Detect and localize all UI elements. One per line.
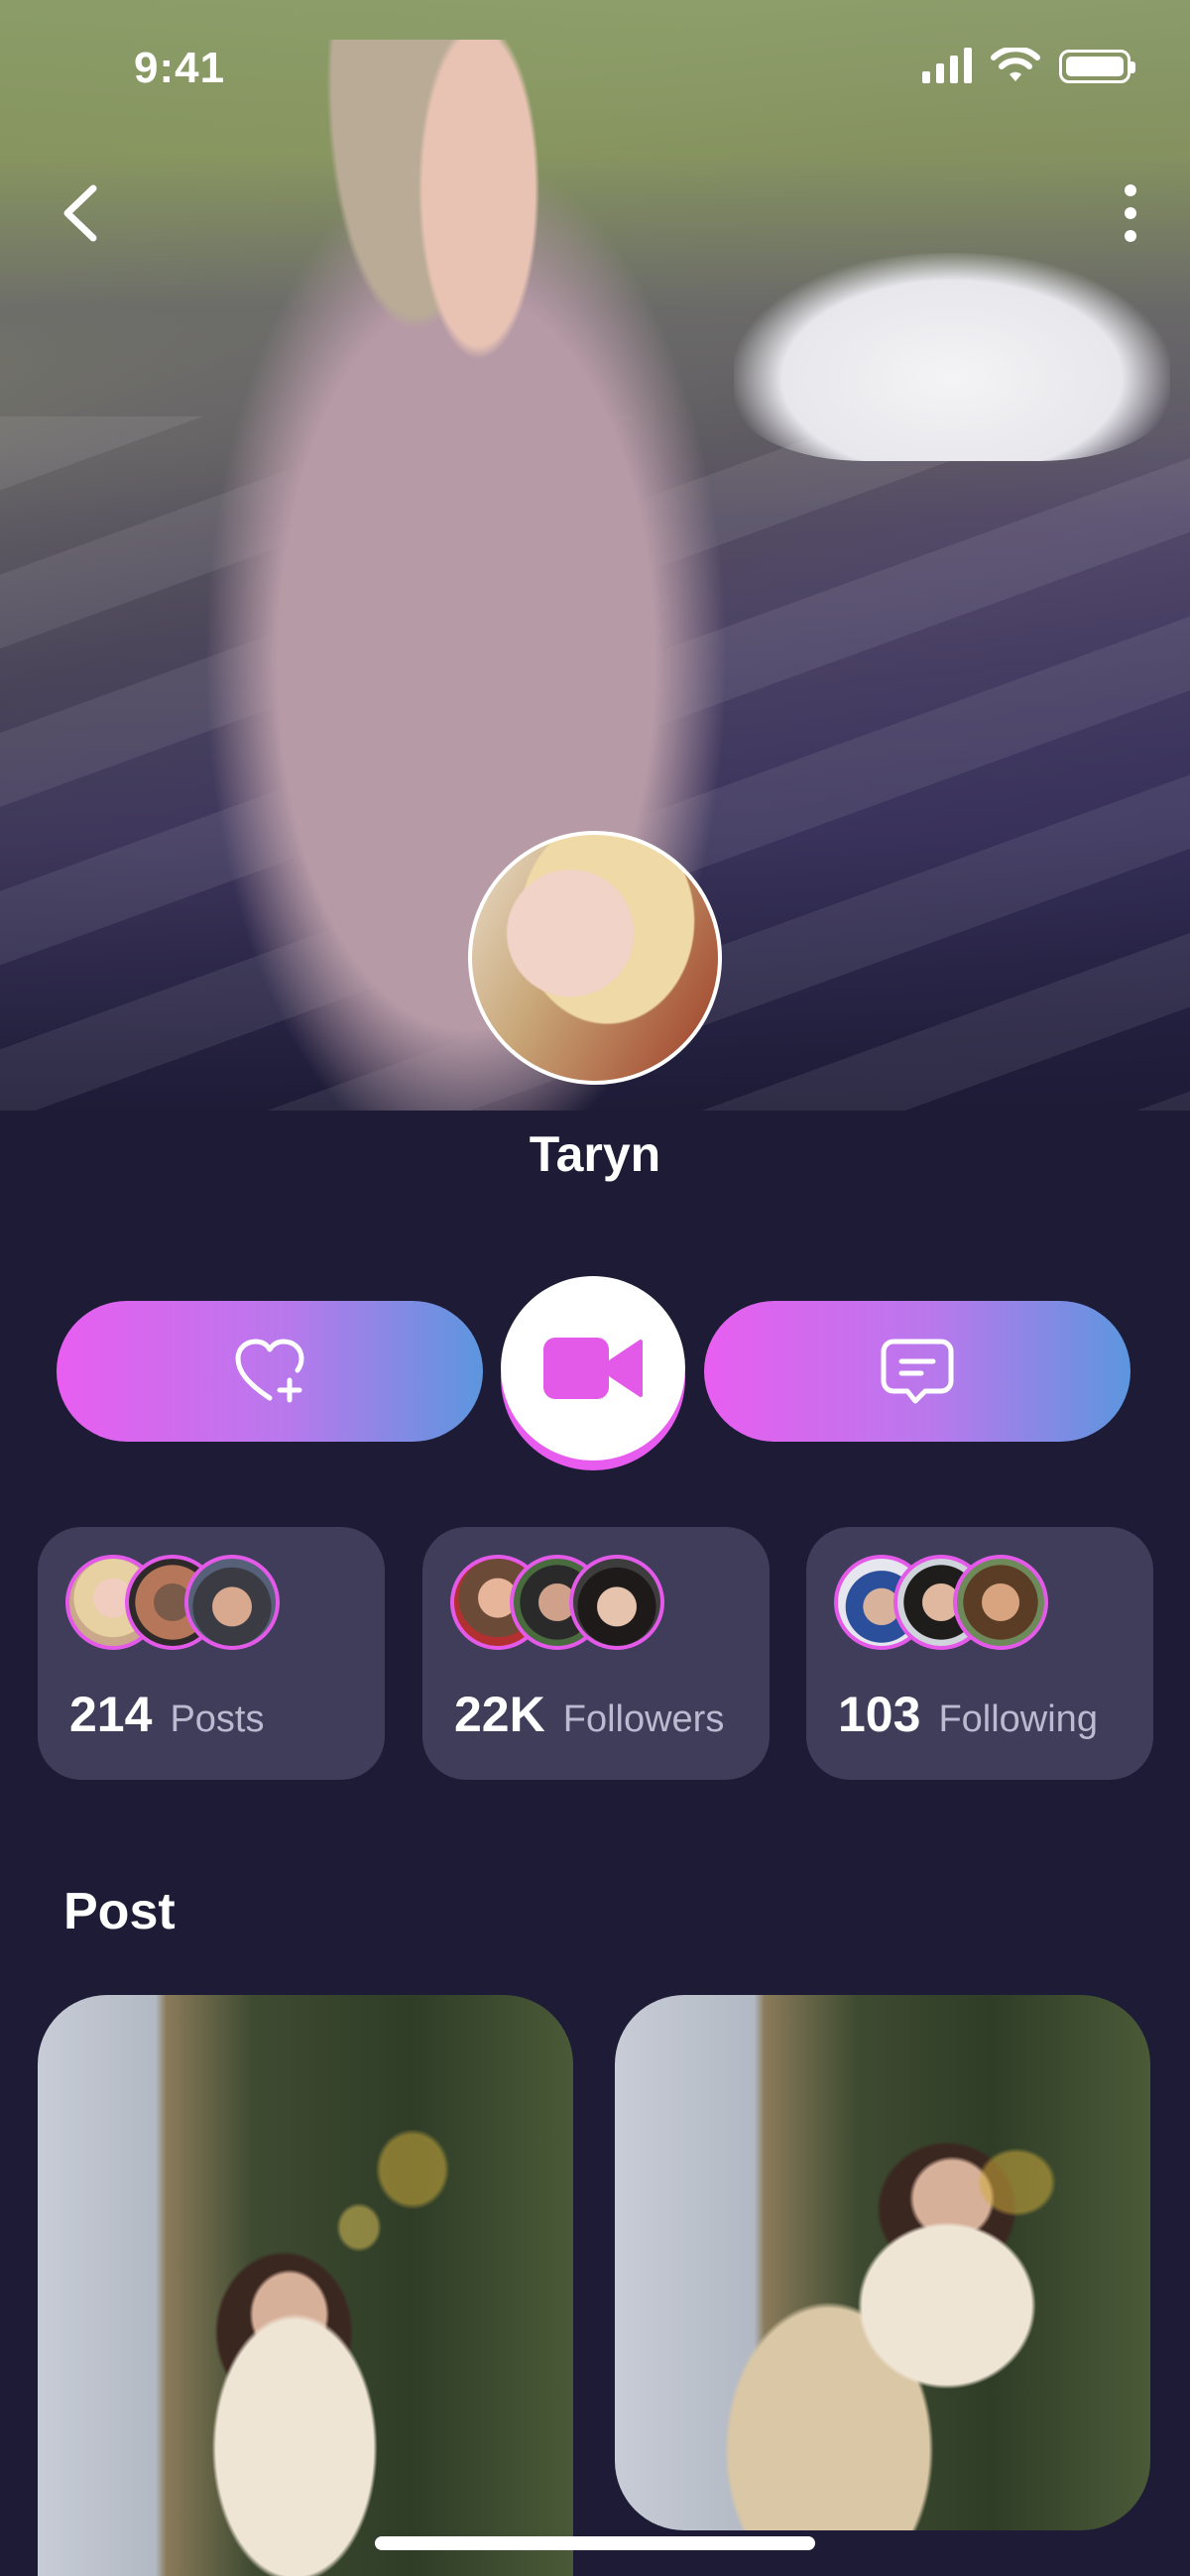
video-camera-icon <box>543 1338 643 1399</box>
status-bar: 9:41 <box>0 0 1190 139</box>
back-icon[interactable] <box>52 178 111 248</box>
video-call-button[interactable] <box>501 1276 685 1461</box>
more-vertical-icon[interactable] <box>1111 178 1150 248</box>
signal-icon <box>922 48 972 83</box>
stat-followers: 22K Followers <box>454 1686 724 1743</box>
message-icon <box>881 1339 954 1404</box>
posts-section-title: Post <box>63 1883 176 1940</box>
stat-followers-value: 22K <box>454 1687 545 1742</box>
stat-card-posts[interactable]: 214 Posts <box>38 1527 385 1780</box>
battery-icon <box>1059 50 1135 83</box>
stat-following-value: 103 <box>838 1687 921 1742</box>
stat-posts-label: Posts <box>170 1698 265 1740</box>
stat-posts-value: 214 <box>69 1687 153 1742</box>
cover-car <box>734 253 1170 461</box>
posts-avatar-stack <box>65 1555 303 1654</box>
stat-posts: 214 Posts <box>69 1686 264 1743</box>
post-image <box>615 1995 1150 2530</box>
stat-followers-label: Followers <box>562 1698 725 1740</box>
following-avatar-stack <box>834 1555 1072 1654</box>
follow-like-button[interactable] <box>57 1301 483 1442</box>
post-thumbnail[interactable] <box>615 1995 1150 2530</box>
profile-avatar[interactable] <box>468 831 722 1085</box>
stat-following-label: Following <box>938 1698 1098 1740</box>
home-indicator[interactable] <box>375 2536 815 2550</box>
status-time: 9:41 <box>134 44 226 92</box>
heart-plus-icon <box>235 1339 304 1403</box>
post-image <box>38 1995 573 2576</box>
profile-name: Taryn <box>529 1126 661 1182</box>
stat-following: 103 Following <box>838 1686 1098 1743</box>
post-thumbnail[interactable] <box>38 1995 573 2576</box>
avatar <box>953 1555 1048 1650</box>
avatar <box>184 1555 280 1650</box>
message-button[interactable] <box>704 1301 1130 1442</box>
avatar <box>569 1555 664 1650</box>
followers-avatar-stack <box>450 1555 688 1654</box>
status-icons <box>922 48 1135 83</box>
wifi-icon <box>991 48 1040 81</box>
stat-card-followers[interactable]: 22K Followers <box>422 1527 770 1780</box>
stat-card-following[interactable]: 103 Following <box>806 1527 1153 1780</box>
